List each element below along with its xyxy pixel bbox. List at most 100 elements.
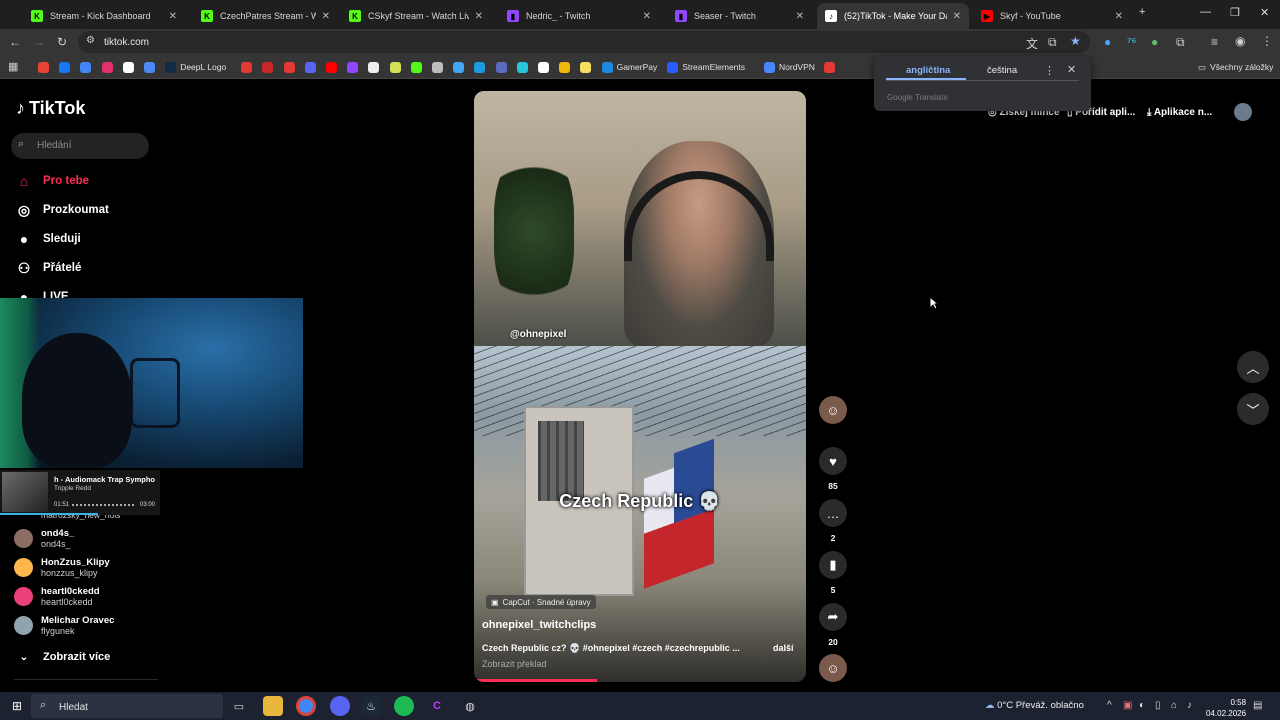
browser-tab[interactable]: K Stream - Kick Dashboard ✕	[23, 3, 185, 29]
show-more-button[interactable]: ⌄ Zobrazit více	[15, 646, 110, 668]
search-input[interactable]: ⌕ Hledání	[11, 133, 149, 159]
back-icon[interactable]: ←	[9, 35, 21, 49]
bookmark-item[interactable]	[432, 60, 447, 74]
bookmark-item[interactable]	[516, 60, 532, 74]
download-app-link[interactable]: ⤓ Aplikace n...	[1147, 107, 1212, 118]
spotify-icon[interactable]	[394, 696, 414, 716]
network-icon[interactable]: ⌂	[1171, 700, 1177, 711]
bookmark-item[interactable]: GamerPay	[601, 60, 657, 74]
tab-close-icon[interactable]: ✕	[322, 11, 330, 22]
video-progress-bar[interactable]	[474, 679, 597, 682]
bookmark-item[interactable]	[59, 60, 74, 74]
bookmark-item[interactable]	[538, 60, 553, 74]
like-button[interactable]: ♥ 85	[819, 447, 847, 491]
bookmark-item[interactable]	[453, 60, 468, 74]
app-c-icon[interactable]: C	[427, 696, 447, 716]
bookmark-item[interactable]	[495, 60, 511, 74]
more-options-icon[interactable]: ⋮	[1044, 64, 1055, 77]
bookmark-item[interactable]	[262, 60, 277, 74]
bookmark-item[interactable]	[580, 60, 595, 74]
bookmark-item[interactable]	[144, 60, 159, 74]
bookmark-item[interactable]	[101, 60, 117, 74]
maximize-button[interactable]: ❐	[1230, 6, 1240, 19]
following-item[interactable]: heartl0ckedd heartl0ckedd	[14, 586, 100, 607]
tab-close-icon[interactable]: ✕	[1115, 11, 1123, 22]
tiktok-logo[interactable]: ♪ TikTok	[16, 98, 85, 119]
tab-close-icon[interactable]: ✕	[953, 11, 961, 22]
site-info-icon[interactable]: ⚙	[86, 35, 95, 46]
creator-avatar[interactable]: ☺	[819, 396, 847, 424]
bookmark-item[interactable]: DeepL Logo	[165, 60, 226, 74]
tab-close-icon[interactable]: ✕	[169, 11, 177, 22]
weather-widget[interactable]: ☁ 0°C Převáž. oblačno	[985, 700, 1084, 711]
tray-overflow-icon[interactable]: ^	[1107, 700, 1112, 711]
browser-tab[interactable]: ▮ Seaser - Twitch ✕	[667, 3, 812, 29]
profile-avatar[interactable]	[1234, 103, 1252, 121]
discord-icon[interactable]	[330, 696, 350, 716]
notifications-icon[interactable]: ▤	[1253, 700, 1262, 711]
extension-icon[interactable]: ⁷⁶	[1127, 35, 1136, 49]
comment-button[interactable]: … 2	[819, 499, 847, 543]
minimize-button[interactable]: —	[1200, 6, 1211, 18]
following-item[interactable]: HonZzus_Klipy honzzus_klipy	[14, 557, 110, 578]
address-bar[interactable]: ⚙	[78, 31, 1090, 53]
next-video-button[interactable]: ﹀	[1237, 393, 1269, 425]
bookmark-item[interactable]	[347, 60, 362, 74]
tray-app-icon[interactable]: ▣	[1123, 700, 1132, 711]
nav-for-you[interactable]: ⌂ Pro tebe	[15, 170, 89, 192]
lang-to-tab[interactable]: čeština	[987, 65, 1017, 76]
volume-icon[interactable]: ♪	[1187, 700, 1192, 711]
bookmark-item[interactable]	[38, 60, 53, 74]
chrome-icon[interactable]	[296, 696, 316, 716]
menu-kebab-icon[interactable]: ⋮	[1261, 34, 1273, 48]
extension-icon[interactable]: ●	[1104, 35, 1111, 49]
capcut-badge[interactable]: ▣ CapCut · Snadné úpravy	[486, 595, 596, 609]
save-button[interactable]: ▮ 5	[819, 551, 847, 595]
following-item[interactable]: Melichar Oravec flygunek	[14, 615, 114, 636]
lang-from-tab[interactable]: angličtina	[906, 65, 950, 76]
bookmark-item[interactable]: StreamElements	[667, 60, 745, 74]
file-explorer-icon[interactable]	[263, 696, 283, 716]
reading-list-icon[interactable]: ≡	[1211, 35, 1218, 49]
bookmark-item[interactable]	[824, 60, 839, 74]
steam-icon[interactable]: ♨	[361, 696, 381, 716]
extension-icon[interactable]: ●	[1151, 35, 1158, 49]
new-tab-button[interactable]: +	[1139, 6, 1145, 18]
windows-start-icon[interactable]: ⊞	[7, 696, 27, 716]
all-bookmarks[interactable]: ▭ Všechny záložky	[1198, 60, 1273, 74]
close-icon[interactable]: ✕	[1067, 63, 1076, 76]
bookmark-item[interactable]	[122, 60, 138, 74]
system-clock[interactable]: 0:58 04.02.2026	[1206, 697, 1246, 719]
video-player[interactable]: @ohnepixel Czech Republic 💀 ▣ CapCut · S…	[474, 91, 806, 682]
reload-icon[interactable]: ↻	[57, 35, 67, 49]
nav-friends[interactable]: ⚇ Přátelé	[15, 257, 82, 279]
bookmark-star-icon[interactable]: ★	[1070, 34, 1081, 48]
bookmark-item[interactable]	[474, 60, 489, 74]
description-more-link[interactable]: další	[773, 643, 794, 653]
app-icon[interactable]: ◍	[460, 696, 480, 716]
tab-close-icon[interactable]: ✕	[643, 11, 651, 22]
tray-app-icon[interactable]: ▯	[1155, 700, 1161, 711]
tray-app-icon[interactable]: ◐	[1139, 700, 1145, 711]
bookmark-item[interactable]	[326, 60, 341, 74]
bookmark-item[interactable]	[389, 60, 405, 74]
tab-close-icon[interactable]: ✕	[796, 11, 804, 22]
browser-tab[interactable]: ▶ Skyf - YouTube ✕	[973, 3, 1131, 29]
bookmark-item[interactable]	[559, 60, 574, 74]
bookmark-item[interactable]	[368, 60, 383, 74]
forward-icon[interactable]: →	[33, 35, 45, 49]
browser-tab[interactable]: K CzechPatres Stream - Watch Live ✕	[193, 3, 338, 29]
bookmark-item[interactable]: NordVPN	[764, 60, 815, 74]
url-text[interactable]: tiktok.com	[104, 37, 149, 48]
sound-avatar[interactable]: ☺	[819, 654, 847, 682]
translate-icon[interactable]: 文	[1026, 35, 1038, 52]
nav-explore[interactable]: ◎ Prozkoumat	[15, 199, 109, 221]
bookmark-item[interactable]	[304, 60, 320, 74]
bookmark-item[interactable]	[241, 60, 256, 74]
task-view-icon[interactable]: ▭	[229, 696, 249, 716]
browser-tab[interactable]: K CSkyf Stream - Watch Live on K ✕	[341, 3, 491, 29]
bookmark-item[interactable]	[80, 60, 95, 74]
video-author[interactable]: ohnepixel_twitchclips	[482, 619, 596, 631]
extensions-puzzle-icon[interactable]: ⧉	[1176, 35, 1185, 50]
nav-following[interactable]: ● Sleduji	[15, 228, 81, 250]
